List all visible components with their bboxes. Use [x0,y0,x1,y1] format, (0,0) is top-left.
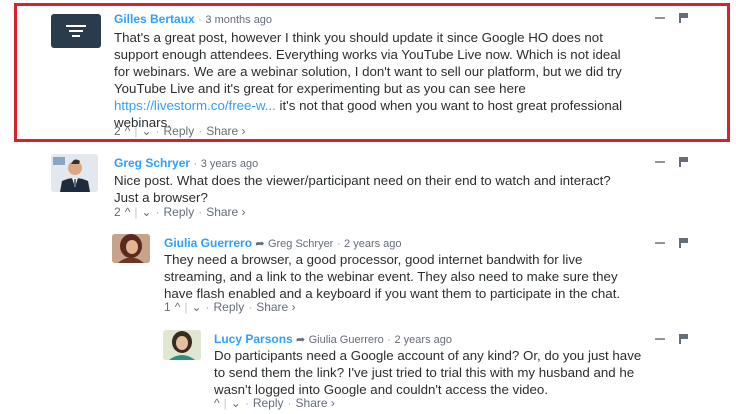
timestamp[interactable]: 3 months ago [205,14,272,26]
comment-link[interactable]: https://livestorm.co/free-w... [114,98,276,113]
comment-line: it's not that good when you want to host… [275,98,623,113]
flag-icon[interactable] [679,237,688,248]
separator: · [155,205,160,219]
separator: · [198,124,203,138]
comment-footer: 1 ^ | ⌄ · Reply · Share › [164,300,300,314]
comment-footer: 2 ^ | ⌄ · Reply · Share › [114,205,250,219]
divider: | [223,396,227,410]
timestamp[interactable]: 3 years ago [201,158,258,170]
reply-arrow-icon: ➦ [255,238,265,250]
share-button[interactable]: Share › [256,300,295,314]
separator: · [155,124,160,138]
comment-tools [655,10,688,24]
divider: | [134,124,138,138]
share-button[interactable]: Share › [206,205,245,219]
parent-author[interactable]: Greg Schryer [268,238,333,250]
timestamp[interactable]: 2 years ago [395,334,452,346]
reply-button[interactable]: Reply [253,396,284,410]
separator: · [336,236,341,250]
share-button[interactable]: Share › [296,396,335,410]
separator: · [387,332,392,346]
comment-line: support enough attendees. Everything wor… [114,47,621,62]
comment-line: streaming, and a link to the webinar eve… [164,269,618,284]
flag-icon[interactable] [679,333,688,344]
reply-arrow-icon: ➦ [296,334,306,346]
logo-icon [66,25,86,37]
separator: · [198,205,203,219]
comment-line: YouTube Live and it's great for experime… [114,81,526,96]
comment-line: They need a browser, a good processor, g… [164,252,583,267]
vote-count: 1 [164,300,171,314]
upvote-icon[interactable]: ^ [214,396,220,410]
avatar[interactable] [51,154,98,192]
comment-tools [655,154,688,168]
comment-line: Just a browser? [114,190,208,205]
author-name[interactable]: Gilles Bertaux [114,12,195,26]
comment-line: Do participants need a Google account of… [214,348,642,363]
separator: · [193,156,198,170]
avatar[interactable] [112,234,150,263]
person-photo-icon [112,234,150,263]
separator: · [198,12,203,26]
author-name[interactable]: Giulia Guerrero [164,236,252,250]
comment-body: Nice post. What does the viewer/particip… [114,172,714,206]
comment-body: That's a great post, however I think you… [114,29,714,131]
comment-body: They need a browser, a good processor, g… [164,251,724,302]
comment-line: Nice post. What does the viewer/particip… [114,173,611,188]
upvote-icon[interactable]: ^ [125,124,131,138]
upvote-icon[interactable]: ^ [125,205,131,219]
avatar[interactable] [163,330,201,360]
person-photo-icon [51,154,98,192]
comment-line: to send them the link? I've just tried t… [214,365,635,380]
reply-button[interactable]: Reply [164,205,195,219]
divider: | [134,205,138,219]
separator: · [248,300,253,314]
reply-button[interactable]: Reply [214,300,245,314]
collapse-icon[interactable] [655,337,665,340]
downvote-icon[interactable]: ⌄ [231,396,241,410]
vote-count: 2 [114,205,121,219]
downvote-icon[interactable]: ⌄ [141,205,151,219]
author-name[interactable]: Greg Schryer [114,156,190,170]
comment-footer: 2 ^ | ⌄ · Reply · Share › [114,124,250,138]
author-name[interactable]: Lucy Parsons [214,332,293,346]
comment-tools [655,331,688,345]
parent-author[interactable]: Giulia Guerrero [309,334,384,346]
comment-tools [655,235,688,249]
downvote-icon[interactable]: ⌄ [191,300,201,314]
separator: · [205,300,210,314]
separator: · [244,396,249,410]
downvote-icon[interactable]: ⌄ [141,124,151,138]
collapse-icon[interactable] [655,160,665,163]
share-button[interactable]: Share › [206,124,245,138]
divider: | [184,300,188,314]
avatar[interactable] [51,14,101,48]
reply-button[interactable]: Reply [164,124,195,138]
comment-line: for webinars. We are a webinar solution,… [114,64,622,79]
comment-body: Do participants need a Google account of… [214,347,724,398]
vote-count: 2 [114,124,121,138]
flag-icon[interactable] [679,12,688,23]
collapse-icon[interactable] [655,241,665,244]
comment-line: That's a great post, however I think you… [114,30,603,45]
upvote-icon[interactable]: ^ [175,300,181,314]
comment-footer: ^ | ⌄ · Reply · Share › [214,396,339,410]
person-photo-icon [163,330,201,360]
flag-icon[interactable] [679,156,688,167]
separator: · [287,396,292,410]
collapse-icon[interactable] [655,16,665,19]
timestamp[interactable]: 2 years ago [344,238,401,250]
